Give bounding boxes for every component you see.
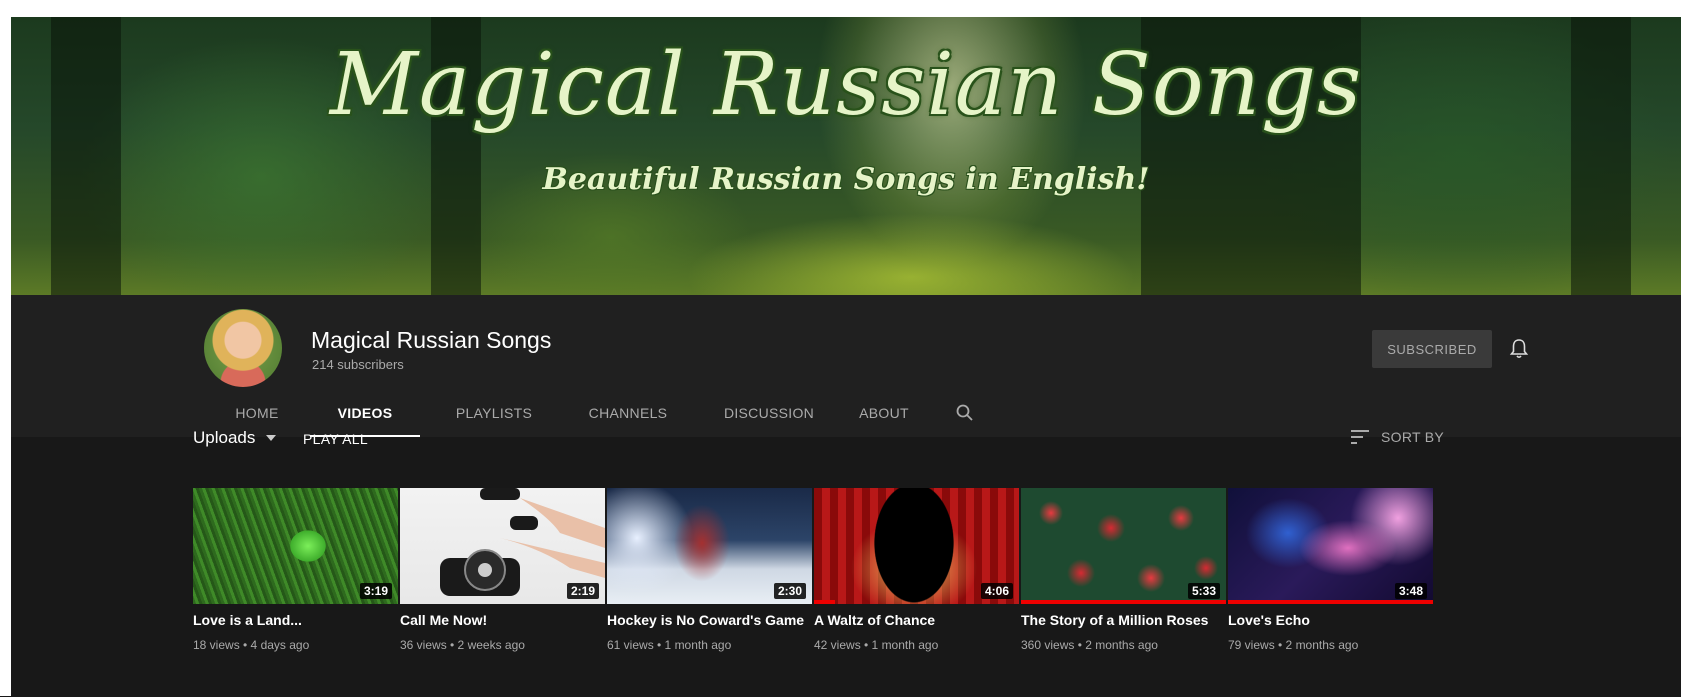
search-icon[interactable] [955, 403, 975, 423]
video-card[interactable]: 2:30 Hockey is No Coward's Game 61 views… [607, 488, 812, 697]
video-card[interactable]: 3:19 Love is a Land... 18 views • 4 days… [193, 488, 398, 697]
video-thumbnail[interactable]: 2:30 [607, 488, 812, 604]
play-all-button[interactable]: PLAY ALL [303, 431, 368, 447]
video-duration: 4:06 [980, 583, 1013, 599]
sort-by-button[interactable]: SORT BY [1381, 429, 1444, 445]
video-card[interactable]: 5:33 The Story of a Million Roses 360 vi… [1021, 488, 1226, 697]
video-meta: 36 views • 2 weeks ago [400, 638, 525, 652]
video-title[interactable]: Call Me Now! [400, 612, 487, 628]
video-meta: 79 views • 2 months ago [1228, 638, 1359, 652]
channel-banner: Magical Russian Songs Beautiful Russian … [11, 17, 1681, 295]
video-duration: 2:30 [773, 583, 806, 599]
video-duration: 2:19 [566, 583, 599, 599]
tab-about[interactable]: ABOUT [844, 391, 924, 437]
video-title[interactable]: A Waltz of Chance [814, 612, 935, 628]
channel-name: Magical Russian Songs [311, 327, 552, 353]
uploads-dropdown[interactable]: Uploads [193, 428, 255, 448]
watch-progress-bar [1228, 600, 1433, 604]
video-duration: 3:19 [359, 583, 392, 599]
video-meta: 18 views • 4 days ago [193, 638, 310, 652]
video-card[interactable]: 4:06 A Waltz of Chance 42 views • 1 mont… [814, 488, 1019, 697]
watch-progress-bar [814, 600, 835, 604]
caret-down-icon[interactable] [266, 435, 276, 441]
video-thumbnail[interactable]: 3:19 [193, 488, 398, 604]
video-thumbnail[interactable]: 2:19 [400, 488, 605, 604]
video-title[interactable]: Hockey is No Coward's Game [607, 612, 804, 628]
tab-channels[interactable]: CHANNELS [573, 391, 683, 437]
subscribed-button[interactable]: SUBSCRIBED [1372, 330, 1492, 368]
video-meta: 61 views • 1 month ago [607, 638, 732, 652]
tab-discussion[interactable]: DISCUSSION [709, 391, 829, 437]
video-duration: 5:33 [1187, 583, 1220, 599]
channel-header: Magical Russian Songs 214 subscribers SU… [11, 295, 1681, 437]
tab-playlists[interactable]: PLAYLISTS [439, 391, 549, 437]
video-title[interactable]: The Story of a Million Roses [1021, 612, 1208, 628]
video-card[interactable]: 3:48 Love's Echo 79 views • 2 months ago [1228, 488, 1433, 697]
video-meta: 42 views • 1 month ago [814, 638, 939, 652]
sort-icon[interactable] [1349, 428, 1371, 446]
bell-icon[interactable] [1509, 338, 1529, 360]
banner-title: Magical Russian Songs [329, 35, 1363, 135]
video-card[interactable]: 2:19 Call Me Now! 36 views • 2 weeks ago [400, 488, 605, 697]
video-thumbnail[interactable]: 3:48 [1228, 488, 1433, 604]
video-duration: 3:48 [1394, 583, 1427, 599]
video-title[interactable]: Love's Echo [1228, 612, 1310, 628]
watch-progress-bar [1021, 600, 1226, 604]
video-meta: 360 views • 2 months ago [1021, 638, 1158, 652]
video-title[interactable]: Love is a Land... [193, 612, 302, 628]
video-thumbnail[interactable]: 4:06 [814, 488, 1019, 604]
banner-subtitle: Beautiful Russian Songs in English! [542, 162, 1150, 197]
subscriber-count: 214 subscribers [312, 357, 404, 372]
video-thumbnail[interactable]: 5:33 [1021, 488, 1226, 604]
channel-avatar[interactable] [204, 309, 282, 387]
